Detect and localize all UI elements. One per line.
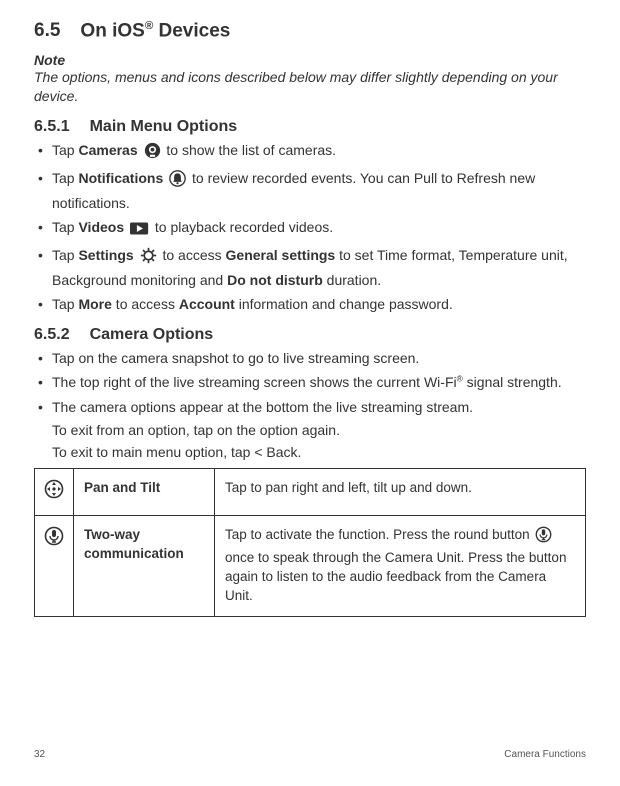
pan-tilt-icon-cell — [35, 469, 74, 516]
note-body: The options, menus and icons described b… — [34, 68, 586, 106]
footer-section: Camera Functions — [504, 749, 586, 760]
section-title-pre: On iOS — [80, 20, 144, 41]
list-item: The camera options appear at the bottom … — [34, 397, 586, 417]
section-title-post: Devices — [153, 20, 230, 41]
section-number: 6.5 — [34, 20, 60, 42]
subsection-1-heading: 6.5.1 Main Menu Options — [34, 118, 586, 136]
camera-options-table: Pan and Tilt Tap to pan right and left, … — [34, 468, 586, 616]
subsection-2-title: Camera Options — [90, 326, 214, 343]
two-way-name: Two-way communication — [74, 516, 215, 617]
list-item: Tap Videos to playback recorded videos. — [34, 217, 586, 241]
subsection-2-number: 6.5.2 — [34, 326, 70, 344]
table-row: Two-way communication Tap to activate th… — [35, 516, 586, 617]
list-item: Tap Cameras to show the list of cameras. — [34, 140, 586, 164]
microphone-icon — [44, 526, 64, 552]
subsection-1-number: 6.5.1 — [34, 118, 70, 136]
subsection-2-heading: 6.5.2 Camera Options — [34, 326, 586, 344]
two-way-icon-cell — [35, 516, 74, 617]
exit-line-1: To exit from an option, tap on the optio… — [34, 421, 586, 441]
camera-options-list: Tap on the camera snapshot to go to live… — [34, 348, 586, 417]
page-number: 32 — [34, 749, 45, 760]
list-item: Tap on the camera snapshot to go to live… — [34, 348, 586, 368]
pan-tilt-name: Pan and Tilt — [74, 469, 215, 516]
note-label: Note — [34, 52, 586, 68]
page-footer: 32 Camera Functions — [34, 749, 586, 760]
bell-icon — [169, 170, 186, 192]
pan-tilt-desc: Tap to pan right and left, tilt up and d… — [215, 469, 586, 516]
two-way-desc: Tap to activate the function. Press the … — [215, 516, 586, 617]
pan-tilt-icon — [44, 479, 64, 505]
list-item: The top right of the live streaming scre… — [34, 372, 586, 392]
registered-mark: ® — [145, 20, 153, 32]
exit-line-2: To exit to main menu option, tap < Back. — [34, 443, 586, 463]
table-row: Pan and Tilt Tap to pan right and left, … — [35, 469, 586, 516]
gear-icon — [140, 247, 157, 269]
camera-icon — [144, 142, 161, 164]
list-item: Tap Settings to access General settings … — [34, 245, 586, 290]
list-item: Tap Notifications to review recorded eve… — [34, 168, 586, 213]
section-heading: 6.5 On iOS® Devices — [34, 20, 586, 42]
microphone-icon — [535, 526, 552, 549]
video-icon — [130, 221, 149, 241]
list-item: Tap More to access Account information a… — [34, 294, 586, 314]
subsection-1-title: Main Menu Options — [90, 118, 238, 135]
main-menu-list: Tap Cameras to show the list of cameras.… — [34, 140, 586, 314]
